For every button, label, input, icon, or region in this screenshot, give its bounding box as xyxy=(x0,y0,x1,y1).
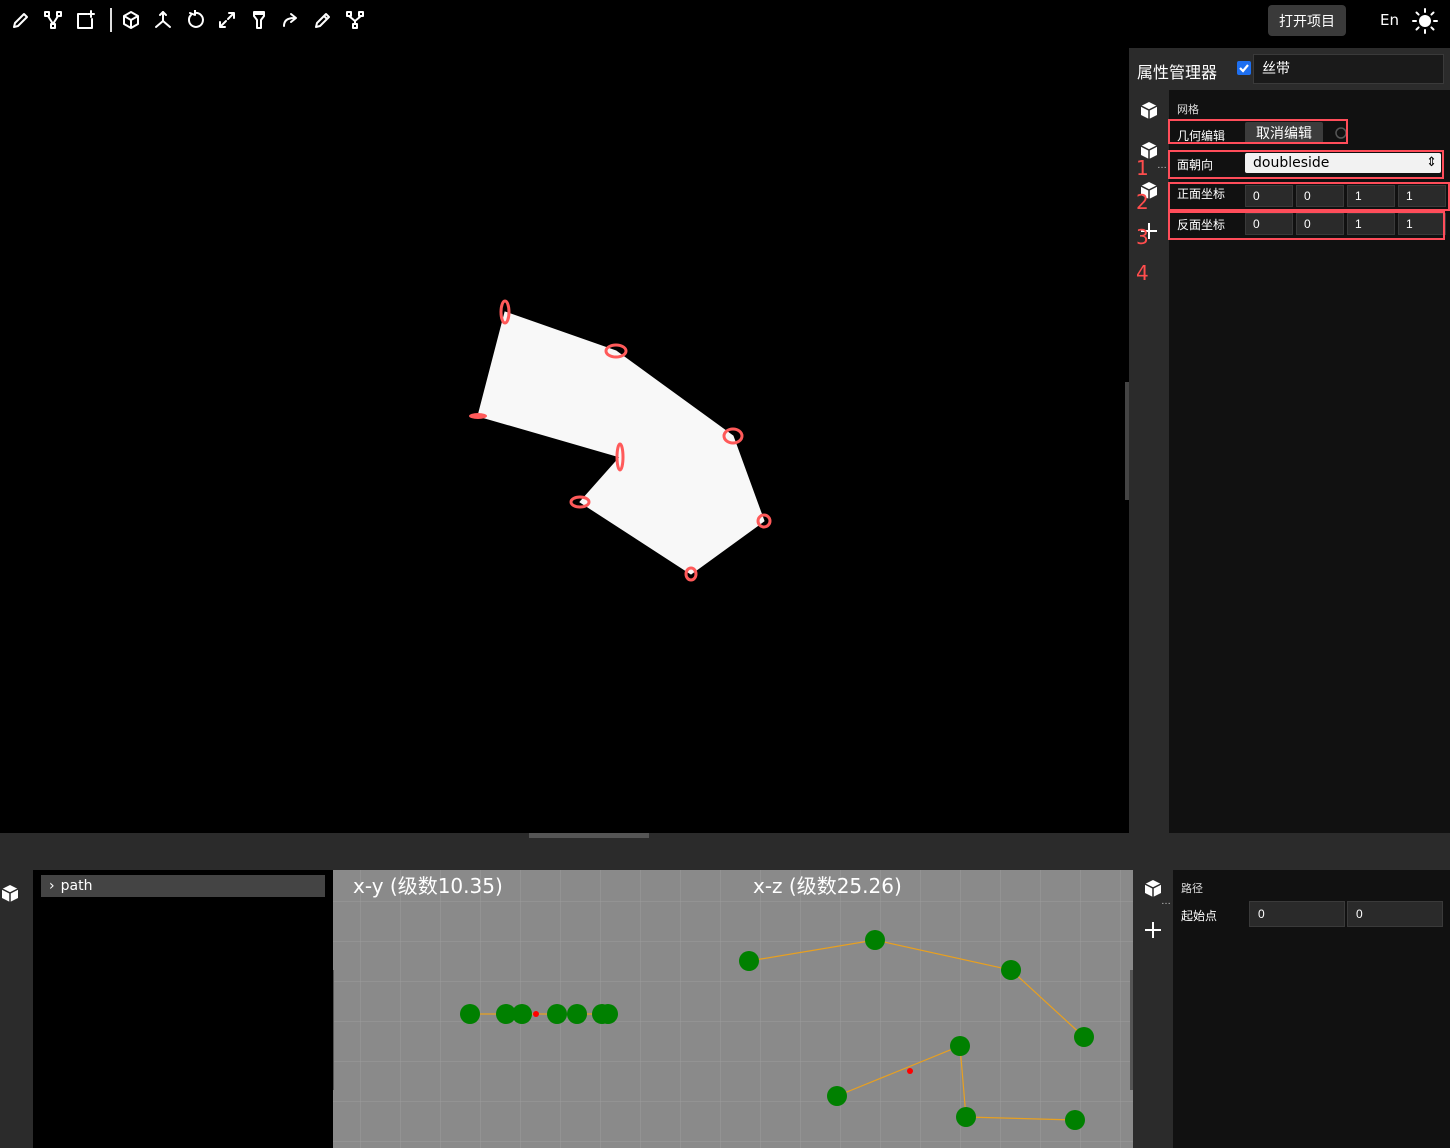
back-coords-label: 反面坐标 xyxy=(1177,218,1226,232)
top-toolbar: 打开项目 En xyxy=(0,0,1450,42)
front-coord-field[interactable]: 0 xyxy=(1296,185,1344,207)
eye-icon[interactable] xyxy=(1334,126,1348,140)
chevron-right-icon[interactable]: › xyxy=(49,878,55,894)
path-point[interactable] xyxy=(827,1086,847,1106)
add-shape-icon[interactable] xyxy=(73,8,97,32)
property-content: 网格 几何编辑 取消编辑 面朝向 doubleside ⇕ 正面坐标 0 0 1… xyxy=(1168,90,1450,833)
front-coords-label: 正面坐标 xyxy=(1177,187,1226,201)
back-coord-field[interactable]: 0 xyxy=(1296,213,1344,235)
open-project-button[interactable]: 打开项目 xyxy=(1268,5,1346,36)
viewport-scene xyxy=(469,299,772,582)
select-arrows-icon: ⇕ xyxy=(1426,155,1437,170)
path-point[interactable] xyxy=(547,1004,567,1024)
property-panel-header: 属性管理器 丝带 xyxy=(1129,48,1450,90)
sun-icon[interactable] xyxy=(1412,8,1438,34)
scale-icon[interactable] xyxy=(215,8,239,32)
rotate-icon[interactable] xyxy=(183,8,207,32)
path-point[interactable] xyxy=(739,951,759,971)
view-resize-handle[interactable] xyxy=(333,970,334,1090)
back-coord-field[interactable]: 0 xyxy=(1245,213,1293,235)
pencil-icon[interactable] xyxy=(9,8,33,32)
back-coord-field[interactable]: 1 xyxy=(1398,213,1446,235)
path-point[interactable] xyxy=(950,1036,970,1056)
annotation-number: 4 xyxy=(1136,261,1149,285)
3d-viewport[interactable] xyxy=(0,42,1129,833)
annotation-number: 3 xyxy=(1136,225,1149,249)
annotation-number: 1 xyxy=(1136,156,1149,180)
more-icon[interactable]: … xyxy=(1161,896,1171,907)
pen-icon[interactable] xyxy=(311,8,335,32)
annotation-number: 2 xyxy=(1136,190,1149,214)
path-point[interactable] xyxy=(956,1107,976,1127)
property-panel: 属性管理器 丝带 … 1 2 3 4 网格 几何编辑 取消编辑 面朝向 doub… xyxy=(1129,48,1450,833)
cube-icon[interactable] xyxy=(119,8,143,32)
path-center-marker xyxy=(907,1068,913,1074)
path-grid xyxy=(333,870,1133,1148)
panel-title: 属性管理器 xyxy=(1137,63,1218,82)
xz-view-title: x-z (级数25.26) xyxy=(753,874,902,898)
front-coord-field[interactable]: 1 xyxy=(1347,185,1395,207)
bottom-panel-divider xyxy=(0,833,1450,870)
object-tree: › path xyxy=(33,870,333,1148)
vertex-edit-icon[interactable] xyxy=(41,8,65,32)
bottom-left-rail xyxy=(0,870,33,1148)
section-label: 网格 xyxy=(1177,103,1199,116)
cube-icon[interactable] xyxy=(0,883,21,905)
path-point[interactable] xyxy=(1074,1027,1094,1047)
front-coord-field[interactable]: 1 xyxy=(1398,185,1446,207)
geometry-edit-label: 几何编辑 xyxy=(1177,129,1226,143)
path-center-marker xyxy=(533,1011,539,1017)
path-property-panel: 路径 起始点 0 0 xyxy=(1173,870,1450,1148)
plus-icon[interactable] xyxy=(1142,919,1164,941)
axes-icon[interactable] xyxy=(151,8,175,32)
back-coord-field[interactable]: 1 xyxy=(1347,213,1395,235)
path-point[interactable] xyxy=(1001,960,1021,980)
tree-item-label: path xyxy=(60,878,93,894)
language-toggle[interactable]: En xyxy=(1380,11,1399,29)
bottom-resize-handle[interactable] xyxy=(529,833,649,838)
path-point[interactable] xyxy=(512,1004,532,1024)
path-point[interactable] xyxy=(567,1004,587,1024)
path-point[interactable] xyxy=(598,1004,618,1024)
start-point-field[interactable]: 0 xyxy=(1347,901,1443,927)
xy-view-title: x-y (级数10.35) xyxy=(353,874,503,898)
path-point[interactable] xyxy=(460,1004,480,1024)
cube-icon[interactable] xyxy=(1138,100,1160,122)
branch-icon[interactable] xyxy=(343,8,367,32)
start-point-field[interactable]: 0 xyxy=(1249,901,1345,927)
cancel-edit-button[interactable]: 取消编辑 xyxy=(1245,122,1323,144)
start-point-label: 起始点 xyxy=(1181,909,1218,923)
path-2d-views[interactable]: x-y (级数10.35) x-z (级数25.26) xyxy=(333,870,1133,1148)
object-name-field[interactable]: 丝带 xyxy=(1253,54,1444,84)
face-direction-value: doubleside xyxy=(1253,155,1330,171)
vertex-handle[interactable] xyxy=(469,413,487,419)
tree-item-path[interactable]: › path xyxy=(41,875,325,897)
bottom-property-rail: … xyxy=(1133,870,1173,1148)
front-coord-field[interactable]: 0 xyxy=(1245,185,1293,207)
path-point[interactable] xyxy=(1065,1110,1085,1130)
redo-icon[interactable] xyxy=(279,8,303,32)
enabled-checkbox[interactable] xyxy=(1237,61,1251,75)
toolbar-separator xyxy=(110,8,112,32)
path-point[interactable] xyxy=(865,930,885,950)
flashlight-icon[interactable] xyxy=(247,8,271,32)
face-direction-select[interactable]: doubleside ⇕ xyxy=(1245,153,1441,173)
face-direction-label: 面朝向 xyxy=(1177,158,1214,172)
section-label: 路径 xyxy=(1181,882,1203,895)
property-rail: … 1 2 3 4 xyxy=(1129,90,1169,833)
